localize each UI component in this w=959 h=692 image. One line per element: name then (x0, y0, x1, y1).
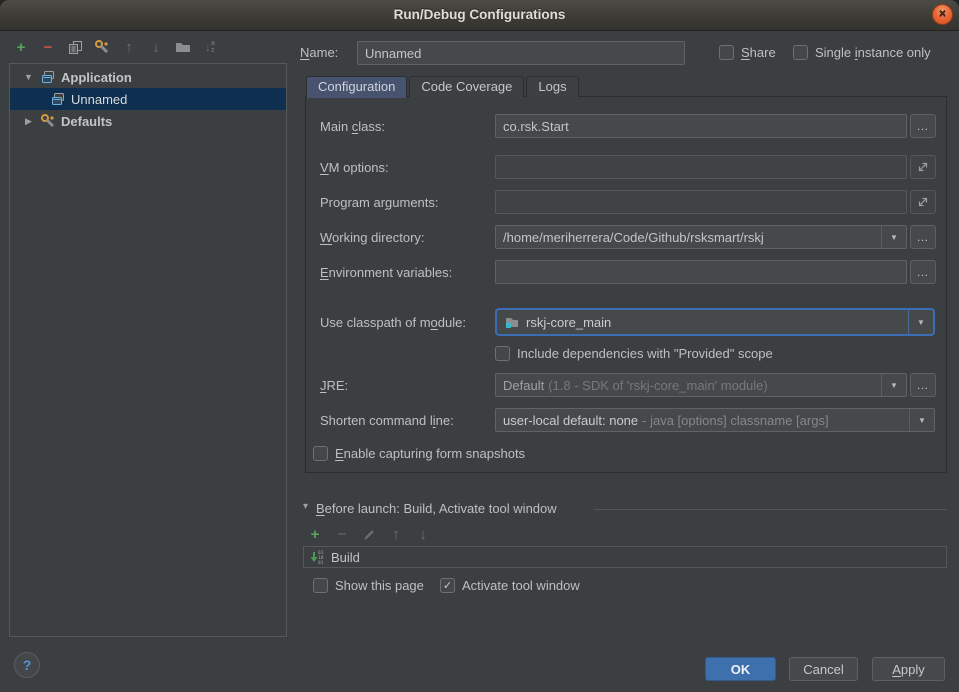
tab-configuration[interactable]: Configuration (306, 76, 407, 98)
tree-item-label: Application (61, 70, 132, 85)
tab-bar: Configuration Code Coverage Logs (306, 76, 581, 98)
build-icon: 01 10 01 (309, 549, 325, 565)
edit-defaults-button[interactable] (93, 38, 111, 56)
folder-icon (175, 40, 191, 54)
remove-task-button[interactable]: − (333, 525, 351, 543)
move-task-up-button[interactable]: ↑ (387, 525, 405, 543)
tree-item-application[interactable]: ▼ Application (10, 66, 286, 88)
titlebar[interactable]: Run/Debug Configurations × (0, 0, 959, 31)
add-task-button[interactable]: + (306, 525, 324, 543)
add-configuration-button[interactable]: + (12, 38, 30, 56)
show-this-page-checkbox[interactable] (313, 578, 328, 593)
before-launch-header[interactable]: Before launch: Build, Activate tool wind… (316, 501, 557, 517)
arrow-down-icon: ↓ (419, 526, 427, 543)
help-button[interactable]: ? (14, 652, 40, 678)
copy-icon (68, 40, 83, 55)
plus-icon: + (311, 526, 320, 543)
copy-configuration-button[interactable] (66, 38, 84, 56)
tree-item-defaults[interactable]: ▶ Defaults (10, 110, 286, 132)
move-up-button[interactable]: ↑ (120, 38, 138, 56)
configurations-tree: ▼ Application Unnamed ▶ Defaults (9, 63, 287, 637)
show-this-page-checkbox-row[interactable]: Show this page (313, 577, 424, 594)
wrench-icon (94, 39, 110, 55)
before-launch-toolbar: + − ↑ ↓ (306, 525, 432, 543)
configuration-tab-panel (305, 96, 947, 473)
single-instance-checkbox[interactable] (793, 45, 808, 60)
apply-button[interactable]: Apply (872, 657, 945, 681)
check-icon: ✓ (443, 579, 452, 592)
share-checkbox[interactable] (719, 45, 734, 60)
close-button[interactable]: × (932, 4, 953, 25)
activate-tool-window-checkbox-row[interactable]: ✓ Activate tool window (440, 577, 580, 594)
tab-logs[interactable]: Logs (526, 76, 578, 97)
arrow-up-icon: ↑ (392, 526, 400, 543)
before-launch-collapse-icon[interactable]: ▾ (303, 501, 308, 512)
move-task-down-button[interactable]: ↓ (414, 525, 432, 543)
arrow-up-icon: ↑ (125, 39, 133, 56)
new-folder-button[interactable] (174, 38, 192, 56)
share-label: Share (741, 45, 776, 60)
arrow-down-icon: ↓ (152, 39, 160, 56)
sort-alphabetically-button[interactable]: ↓ az (201, 38, 219, 56)
tree-item-label: Defaults (61, 114, 112, 129)
sort-az-icon: ↓ az (205, 40, 215, 54)
task-row-build[interactable]: 01 10 01 Build (304, 547, 946, 567)
tree-item-unnamed[interactable]: Unnamed (10, 88, 286, 110)
before-launch-task-list: 01 10 01 Build (303, 546, 947, 568)
name-input[interactable] (357, 41, 685, 65)
name-label: Name: (300, 45, 338, 61)
tree-item-label: Unnamed (71, 92, 127, 107)
run-debug-configurations-dialog: Run/Debug Configurations × + − ↑ ↓ (0, 0, 959, 692)
close-icon: × (939, 7, 946, 21)
minus-icon: − (338, 526, 347, 543)
plus-icon: + (17, 39, 26, 56)
share-checkbox-row[interactable]: Share (719, 44, 776, 61)
remove-configuration-button[interactable]: − (39, 38, 57, 56)
minus-icon: − (44, 39, 53, 56)
application-icon (40, 69, 56, 85)
wrench-icon (40, 113, 56, 129)
task-label: Build (331, 550, 360, 565)
tab-code-coverage[interactable]: Code Coverage (409, 76, 524, 97)
before-launch-separator (594, 509, 947, 510)
activate-tool-window-checkbox[interactable]: ✓ (440, 578, 455, 593)
svg-text:01: 01 (318, 560, 324, 565)
configurations-toolbar: + − ↑ ↓ ↓ (12, 38, 219, 56)
chevron-collapsed-icon[interactable]: ▶ (22, 116, 35, 127)
activate-tool-window-label: Activate tool window (462, 578, 580, 593)
single-instance-label: Single instance only (815, 45, 931, 60)
pencil-icon (363, 528, 376, 541)
single-instance-checkbox-row[interactable]: Single instance only (793, 44, 931, 61)
ok-button[interactable]: OK (705, 657, 776, 681)
move-down-button[interactable]: ↓ (147, 38, 165, 56)
cancel-button[interactable]: Cancel (789, 657, 858, 681)
show-this-page-label: Show this page (335, 578, 424, 593)
help-icon: ? (23, 657, 32, 673)
edit-task-button[interactable] (360, 525, 378, 543)
application-icon (50, 91, 66, 107)
window-title: Run/Debug Configurations (394, 7, 566, 22)
chevron-expanded-icon[interactable]: ▼ (22, 72, 35, 82)
